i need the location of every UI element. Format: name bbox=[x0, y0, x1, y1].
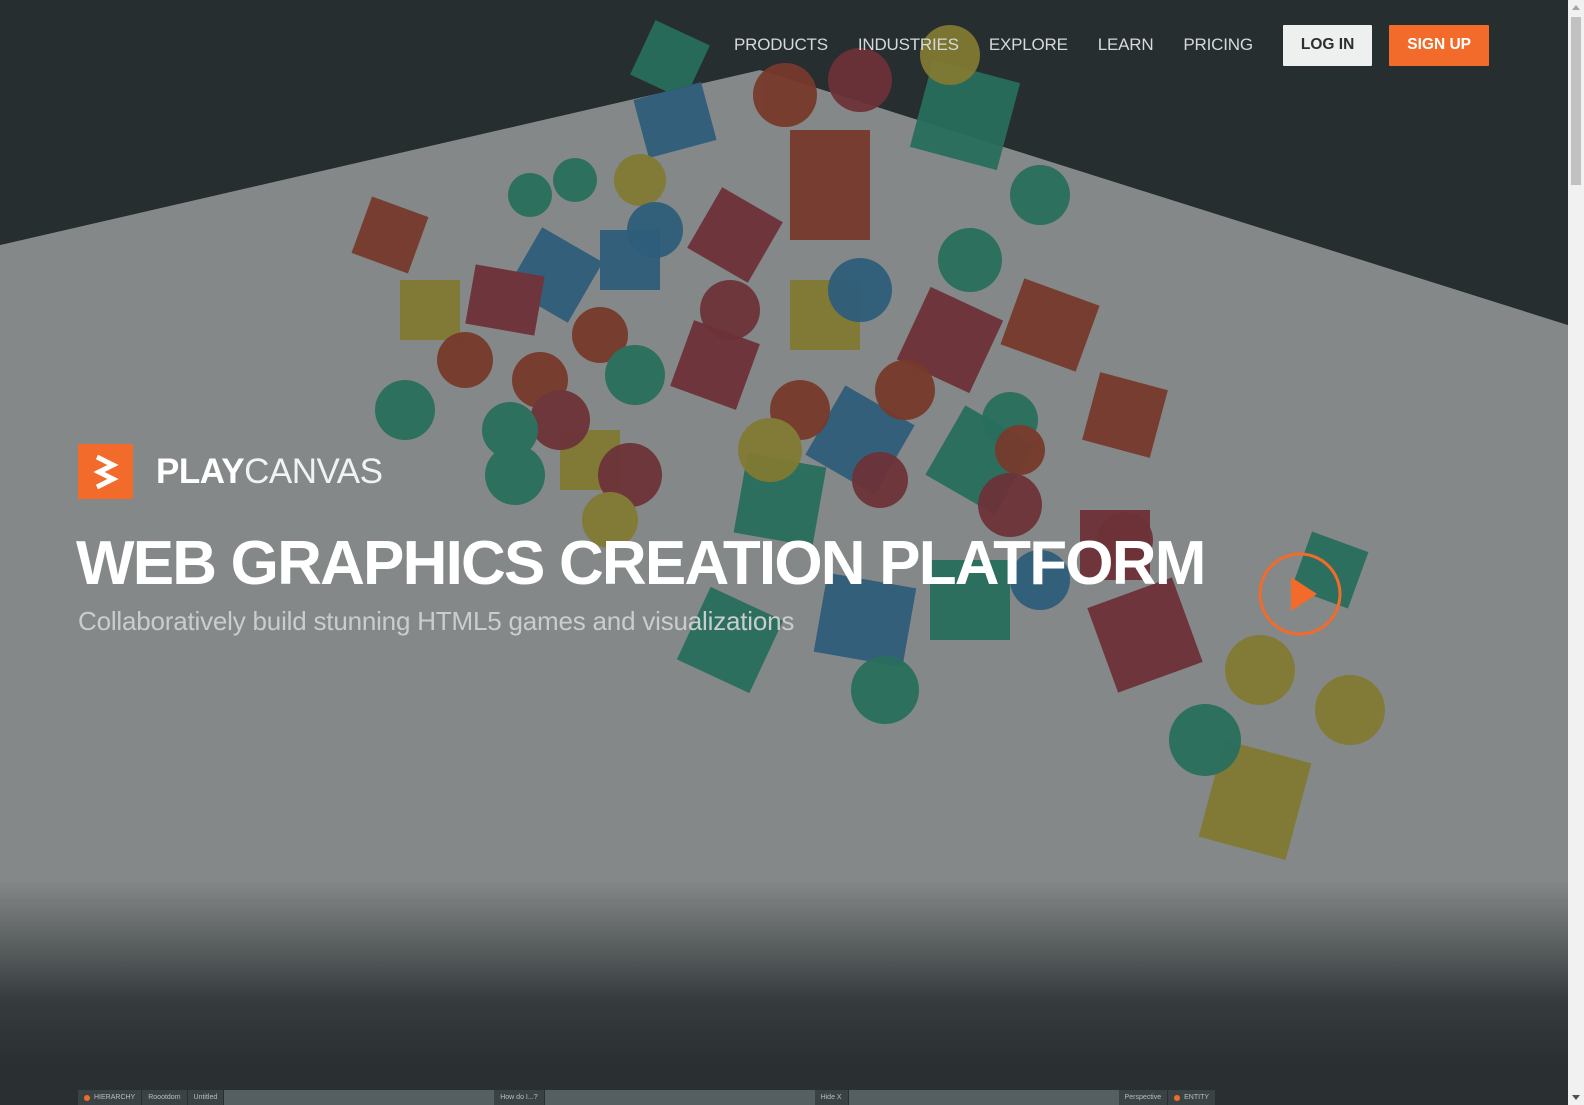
nav-explore[interactable]: EXPLORE bbox=[989, 35, 1068, 55]
nav-learn[interactable]: LEARN bbox=[1098, 35, 1154, 55]
editor-hide: Hide X bbox=[815, 1090, 849, 1105]
editor-viewport bbox=[224, 1090, 495, 1105]
editor-hierarchy-tab: HIERARCHY bbox=[78, 1090, 143, 1105]
play-icon bbox=[1258, 552, 1342, 636]
editor-viewport-2 bbox=[544, 1090, 815, 1105]
playcanvas-logo-icon bbox=[78, 444, 133, 499]
brand-logo[interactable]: PLAYCANVAS bbox=[78, 444, 383, 499]
editor-breadcrumb-scene-label: Untitled bbox=[193, 1094, 218, 1101]
editor-camera-label: Perspective bbox=[1124, 1094, 1162, 1101]
brand-wordmark: PLAYCANVAS bbox=[156, 451, 383, 492]
hero-headline: WEB GRAPHICS CREATION PLATFORM bbox=[76, 529, 1206, 598]
top-navigation: PRODUCTS INDUSTRIES EXPLORE LEARN PRICIN… bbox=[704, 24, 1489, 66]
editor-hierarchy-label: HIERARCHY bbox=[94, 1094, 136, 1101]
nav-industries[interactable]: INDUSTRIES bbox=[858, 35, 959, 55]
editor-entity-label: ENTITY bbox=[1184, 1094, 1210, 1101]
editor-breadcrumb-root-label: Roootdom bbox=[148, 1094, 181, 1101]
page-scrollbar[interactable] bbox=[1568, 0, 1584, 1105]
editor-viewport-3 bbox=[848, 1090, 1119, 1105]
editor-camera: Perspective bbox=[1119, 1090, 1169, 1105]
editor-search-label: How do I...? bbox=[500, 1094, 538, 1101]
play-video-button[interactable] bbox=[1257, 551, 1343, 637]
editor-search: How do I...? bbox=[494, 1090, 545, 1105]
scroll-up-icon[interactable] bbox=[1572, 5, 1580, 10]
hero-subheadline: Collaboratively build stunning HTML5 gam… bbox=[78, 606, 795, 636]
editor-entity-tab: ENTITY bbox=[1168, 1090, 1216, 1105]
brand-name-light: CANVAS bbox=[244, 451, 383, 491]
nav-pricing[interactable]: PRICING bbox=[1183, 35, 1253, 55]
signup-button[interactable]: SIGN UP bbox=[1389, 24, 1489, 66]
editor-preview-strip: HIERARCHY Roootdom Untitled How do I...?… bbox=[78, 1090, 1216, 1105]
scroll-down-icon[interactable] bbox=[1572, 1095, 1580, 1100]
editor-breadcrumb-scene: Untitled bbox=[188, 1090, 225, 1105]
editor-hide-label: Hide X bbox=[820, 1094, 842, 1101]
nav-products[interactable]: PRODUCTS bbox=[734, 35, 828, 55]
scroll-thumb[interactable] bbox=[1571, 17, 1581, 185]
brand-name-bold: PLAY bbox=[156, 451, 245, 491]
login-button[interactable]: LOG IN bbox=[1282, 24, 1373, 66]
editor-breadcrumb-root: Roootdom bbox=[142, 1090, 188, 1105]
